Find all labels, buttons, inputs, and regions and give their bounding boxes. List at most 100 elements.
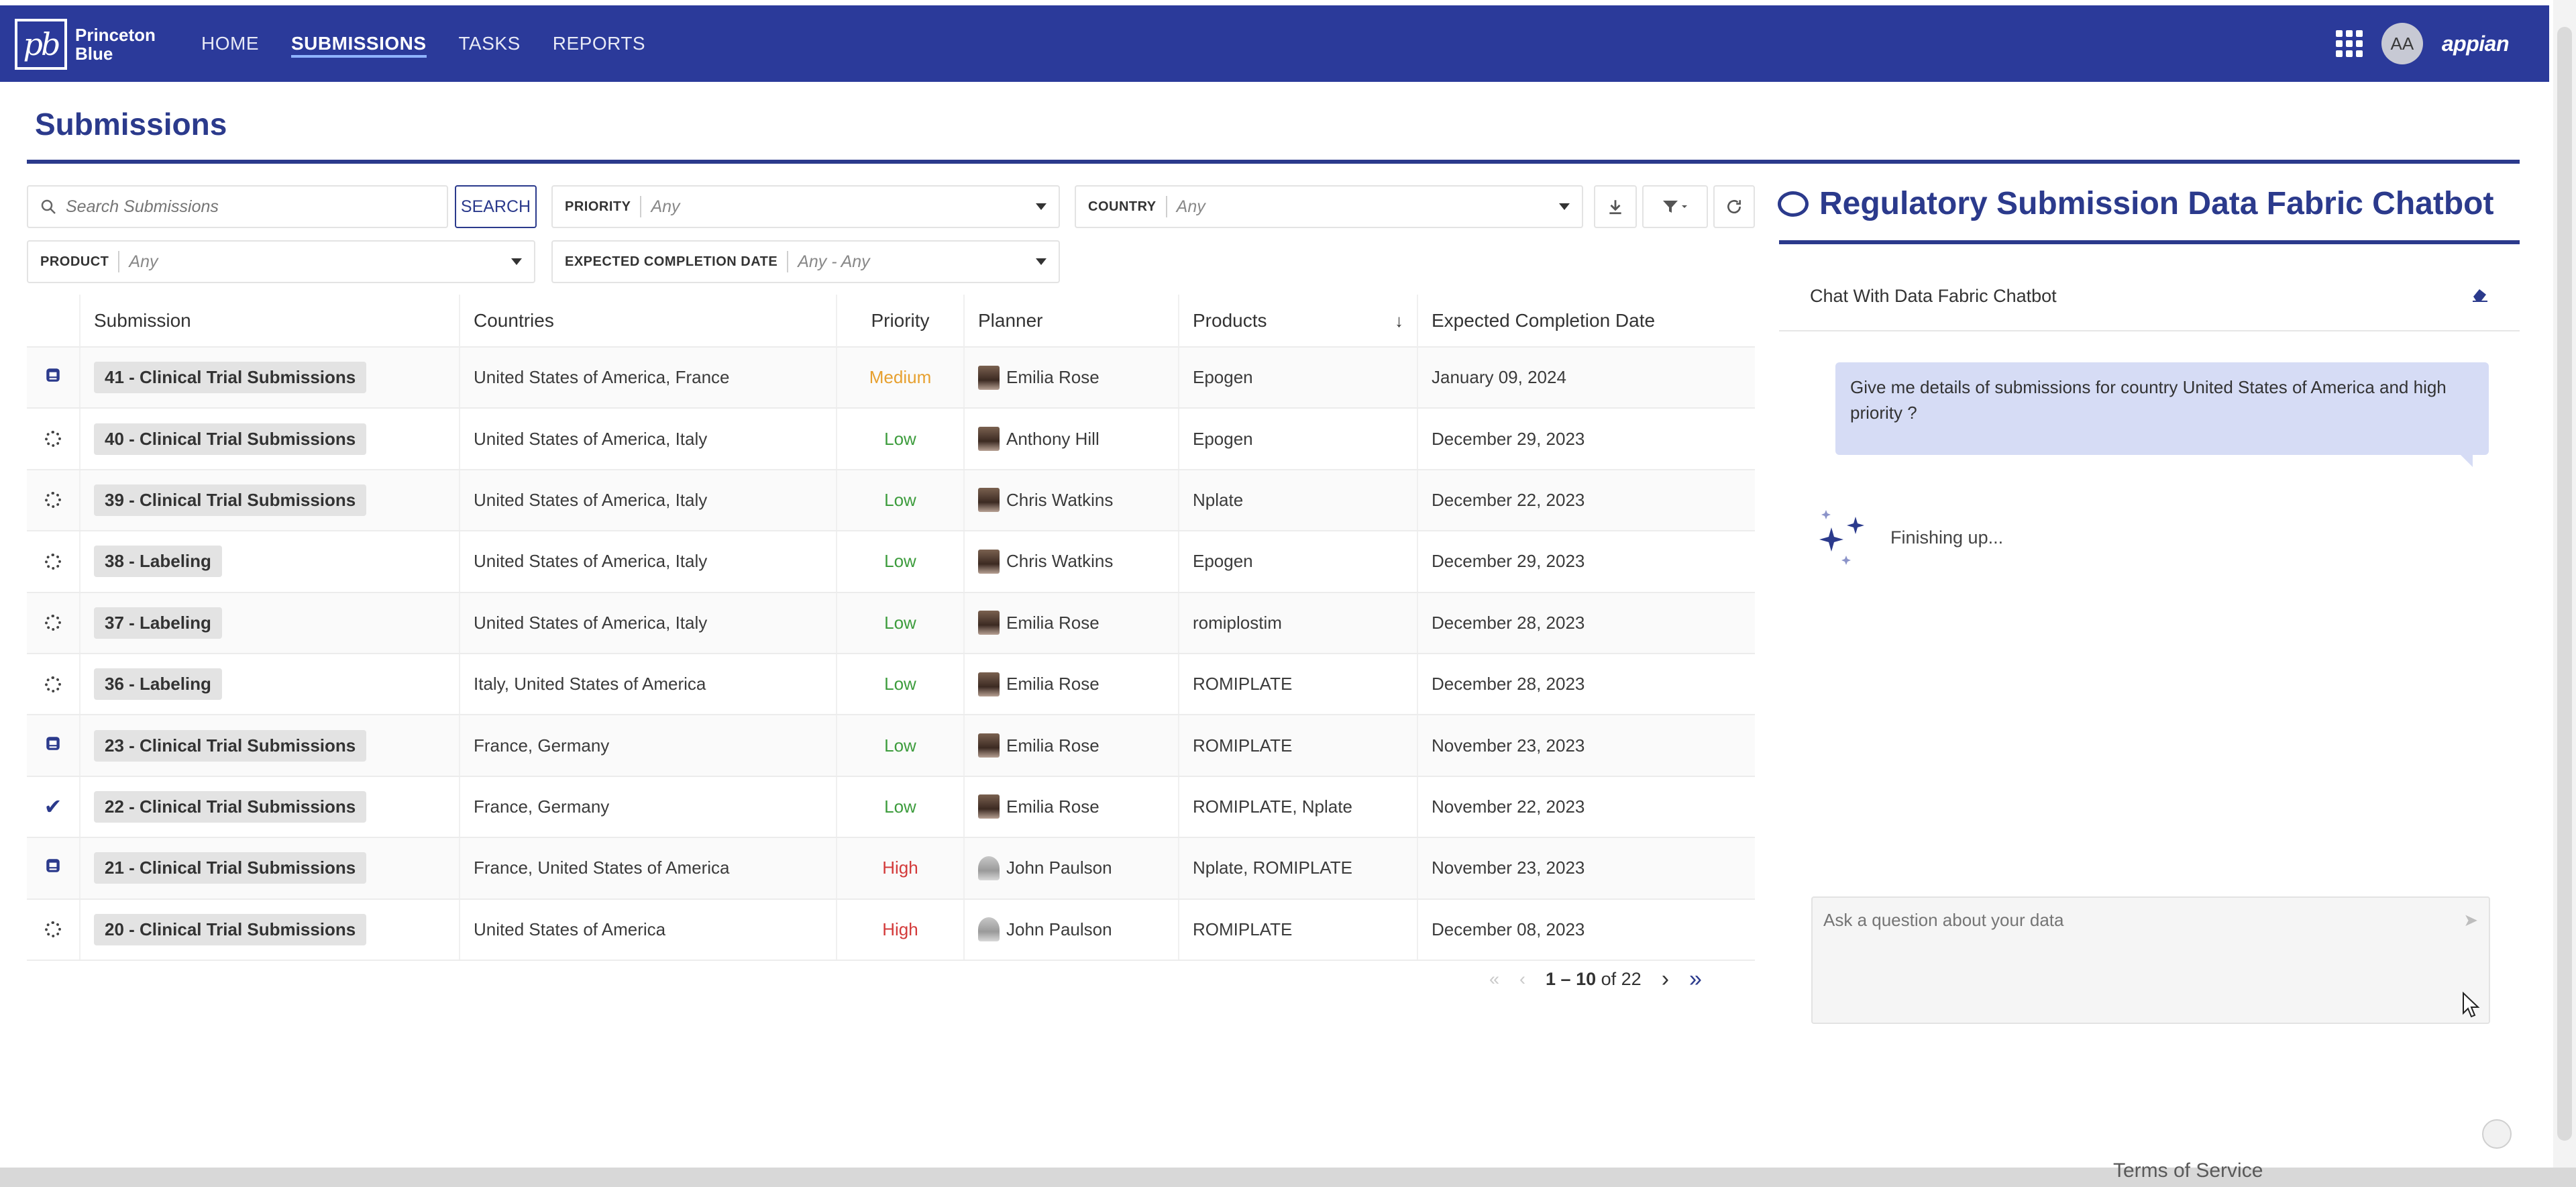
clear-chat-eraser-icon[interactable]: [2471, 286, 2489, 307]
user-avatar[interactable]: AA: [2381, 23, 2423, 64]
priority-cell: Low: [837, 715, 965, 776]
table-row[interactable]: 20 - Clinical Trial Submissions United St…: [27, 899, 1755, 961]
submission-cell: 21 - Clinical Trial Submissions: [80, 838, 460, 898]
priority-value: Any: [651, 197, 680, 216]
planner-name[interactable]: Chris Watkins: [1006, 490, 1113, 511]
completion-date-label: EXPECTED COMPLETION DATE: [565, 254, 778, 269]
last-page-icon[interactable]: »: [1689, 966, 1702, 992]
completion-date-cell: December 28, 2023: [1432, 612, 1585, 633]
completion-date-cell: December 28, 2023: [1432, 674, 1585, 694]
completion-date-cell: December 22, 2023: [1432, 489, 1585, 510]
priority-cell: Low: [837, 654, 965, 715]
scrollbar-thumb[interactable]: [2557, 27, 2572, 1141]
planner-name[interactable]: Emilia Rose: [1006, 796, 1099, 817]
submission-link[interactable]: 38 - Labeling: [94, 546, 222, 578]
header-submission[interactable]: Submission: [80, 295, 460, 347]
planner-name[interactable]: Emilia Rose: [1006, 613, 1099, 633]
search-input[interactable]: [66, 197, 441, 217]
countries-cell: United States of America, Italy: [460, 409, 837, 469]
chevron-down-icon: [1559, 203, 1570, 210]
submission-link[interactable]: 22 - Clinical Trial Submissions: [94, 790, 367, 823]
submission-link[interactable]: 40 - Clinical Trial Submissions: [94, 423, 367, 455]
in-progress-spinner-icon: [45, 676, 61, 692]
planner-avatar: [978, 917, 1000, 942]
priority-cell: Low: [837, 592, 965, 653]
countries-cell: United States of America, Italy: [460, 592, 837, 653]
product-label: PRODUCT: [40, 254, 109, 269]
product-dropdown[interactable]: PRODUCT Any: [27, 240, 535, 283]
products-cell: ROMIPLATE, Nplate: [1179, 776, 1418, 837]
app-launcher-icon[interactable]: [2335, 30, 2363, 57]
planner-name[interactable]: John Paulson: [1006, 919, 1112, 940]
table-row[interactable]: 40 - Clinical Trial Submissions United St…: [27, 409, 1755, 470]
nav-tasks[interactable]: TASKS: [459, 5, 521, 82]
submission-link[interactable]: 41 - Clinical Trial Submissions: [94, 362, 367, 394]
chevron-down-icon: [1036, 203, 1046, 210]
submitted-status-icon: [44, 735, 62, 757]
table-row[interactable]: 23 - Clinical Trial Submissions France, G…: [27, 715, 1755, 777]
chat-subheader: Chat With Data Fabric Chatbot: [1779, 262, 2520, 331]
header-planner[interactable]: Planner: [965, 295, 1179, 347]
planner-name[interactable]: Emilia Rose: [1006, 735, 1099, 756]
refresh-icon: [1727, 200, 1741, 214]
search-button[interactable]: SEARCH: [455, 185, 537, 228]
table-row[interactable]: ✔ 22 - Clinical Trial Submissions France, …: [27, 776, 1755, 839]
feedback-button[interactable]: [2482, 1119, 2512, 1149]
submitted-status-icon: [44, 366, 62, 389]
table-row[interactable]: 39 - Clinical Trial Submissions United St…: [27, 470, 1755, 532]
next-page-icon[interactable]: ›: [1662, 966, 1669, 992]
submission-link[interactable]: 20 - Clinical Trial Submissions: [94, 913, 367, 945]
countries-cell: United States of America, Italy: [460, 531, 837, 592]
princeton-blue-logo[interactable]: pb Princeton Blue: [15, 19, 156, 70]
submissions-table: Submission Countries Priority Planner Pr…: [27, 295, 1755, 961]
submission-link[interactable]: 23 - Clinical Trial Submissions: [94, 729, 367, 762]
submission-link[interactable]: 39 - Clinical Trial Submissions: [94, 484, 367, 516]
nav-reports[interactable]: REPORTS: [553, 5, 645, 82]
nav-submissions[interactable]: SUBMISSIONS: [291, 5, 427, 82]
country-dropdown[interactable]: COUNTRY Any: [1075, 185, 1583, 228]
priority-dropdown[interactable]: PRIORITY Any: [551, 185, 1060, 228]
table-row[interactable]: 37 - Labeling United States of America, I…: [27, 592, 1755, 654]
header-completion-date[interactable]: Expected Completion Date: [1418, 295, 1755, 347]
planner-name[interactable]: Anthony Hill: [1006, 429, 1099, 450]
completion-date-dropdown[interactable]: EXPECTED COMPLETION DATE Any - Any: [551, 240, 1060, 283]
priority-cell: High: [837, 899, 965, 960]
table-body: 41 - Clinical Trial Submissions United St…: [27, 348, 1755, 961]
table-row[interactable]: 36 - Labeling Italy, United States of Ame…: [27, 654, 1755, 716]
header-countries[interactable]: Countries: [460, 295, 837, 347]
chevron-down-icon: [511, 258, 522, 265]
sparkles-icon: [1811, 507, 1873, 568]
download-button[interactable]: [1594, 185, 1637, 228]
sort-down-arrow-icon[interactable]: ↓: [1395, 311, 1403, 331]
planner-name[interactable]: Emilia Rose: [1006, 674, 1099, 694]
status-cell: [27, 838, 80, 898]
table-row[interactable]: 38 - Labeling United States of America, I…: [27, 531, 1755, 593]
planner-name[interactable]: Chris Watkins: [1006, 551, 1113, 572]
planner-name[interactable]: Emilia Rose: [1006, 367, 1099, 388]
planner-avatar: [978, 611, 1000, 635]
terms-of-service-link[interactable]: Terms of Service: [2113, 1159, 2263, 1182]
first-page-icon[interactable]: «: [1489, 969, 1499, 990]
chat-input[interactable]: [1823, 910, 2478, 1011]
pb-logo-icon: pb: [15, 19, 67, 70]
checkmark-icon: ✔: [44, 794, 62, 819]
products-cell: romiplostim: [1179, 592, 1418, 653]
planner-cell: Emilia Rose: [965, 348, 1179, 408]
planner-avatar: [978, 672, 1000, 696]
submission-link[interactable]: 37 - Labeling: [94, 607, 222, 639]
refresh-button[interactable]: [1713, 185, 1755, 228]
prev-page-icon[interactable]: ‹: [1519, 969, 1525, 990]
page-title: Submissions: [35, 107, 227, 142]
send-icon[interactable]: ➤: [2463, 910, 2478, 931]
table-row[interactable]: 41 - Clinical Trial Submissions United St…: [27, 348, 1755, 409]
submission-link[interactable]: 21 - Clinical Trial Submissions: [94, 852, 367, 884]
nav-home[interactable]: HOME: [201, 5, 259, 82]
header-products[interactable]: Products ↓: [1179, 295, 1418, 347]
table-row[interactable]: 21 - Clinical Trial Submissions France, U…: [27, 838, 1755, 900]
planner-name[interactable]: John Paulson: [1006, 858, 1112, 878]
header-priority[interactable]: Priority: [837, 295, 965, 347]
filter-button[interactable]: [1642, 185, 1708, 228]
chat-divider: [1779, 240, 2520, 244]
chat-bubble-icon: [1778, 191, 1809, 217]
submission-link[interactable]: 36 - Labeling: [94, 668, 222, 701]
